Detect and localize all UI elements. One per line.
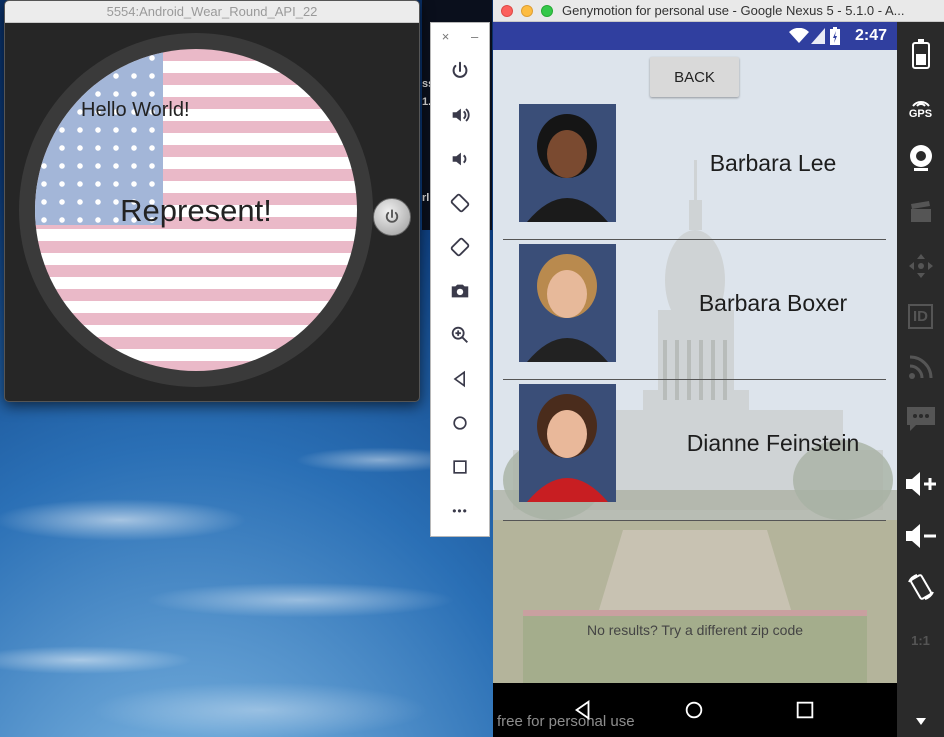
screenshot-button[interactable] bbox=[431, 269, 489, 313]
webcam-icon bbox=[909, 145, 932, 171]
screencast-widget-button[interactable] bbox=[897, 192, 944, 232]
signal-icon bbox=[811, 28, 825, 44]
rotate-right-icon bbox=[450, 237, 470, 257]
volume-down-button[interactable] bbox=[431, 137, 489, 181]
more-button[interactable]: ••• bbox=[431, 489, 489, 533]
battery-widget-button[interactable] bbox=[897, 34, 944, 74]
portrait-face bbox=[547, 410, 587, 458]
rep-name: Barbara Lee bbox=[709, 150, 837, 176]
android-status-bar: 2:47 bbox=[493, 22, 897, 50]
power-button[interactable] bbox=[431, 49, 489, 93]
watch-power-button[interactable] bbox=[373, 198, 411, 236]
square-icon bbox=[796, 701, 814, 719]
rep-row[interactable]: Barbara Boxer bbox=[493, 244, 897, 384]
toolbar-minimize-button[interactable]: – bbox=[471, 29, 478, 44]
message-icon bbox=[906, 407, 935, 431]
personal-use-watermark: free for personal use bbox=[497, 713, 635, 730]
rep-name: Dianne Feinstein bbox=[686, 430, 860, 456]
overview-button[interactable] bbox=[431, 445, 489, 489]
battery-icon bbox=[830, 27, 840, 45]
volume-up-icon bbox=[905, 472, 936, 496]
rotate-icon bbox=[907, 574, 934, 600]
app-screen: BACK Barbara Lee Barbara Boxer Dianne Fe… bbox=[493, 50, 897, 683]
close-window-button[interactable] bbox=[501, 5, 513, 17]
maximize-window-button[interactable] bbox=[541, 5, 553, 17]
volume-down-icon bbox=[452, 152, 467, 166]
home-button[interactable] bbox=[431, 401, 489, 445]
dpad-widget-button[interactable] bbox=[897, 246, 944, 286]
rep-name: Barbara Boxer bbox=[698, 290, 848, 316]
back-button[interactable]: BACK bbox=[650, 57, 739, 97]
emulator-toolbar: × – ••• bbox=[430, 22, 490, 537]
rss-icon bbox=[908, 355, 932, 379]
dpad-icon bbox=[908, 254, 933, 278]
volume-down-button[interactable] bbox=[897, 516, 944, 556]
watch-screen[interactable]: Hello World! Represent! bbox=[35, 49, 357, 371]
represent-title: Represent! bbox=[120, 193, 272, 228]
volume-up-button[interactable] bbox=[431, 93, 489, 137]
gps-label: GPS bbox=[908, 108, 933, 120]
device-id-widget-button[interactable]: ID bbox=[897, 296, 944, 336]
square-icon bbox=[453, 460, 467, 474]
rotate-left-button[interactable] bbox=[431, 181, 489, 225]
genymotion-side-toolbar: GPS ID 1:1 bbox=[897, 22, 944, 737]
genymotion-window: Genymotion for personal use - Google Nex… bbox=[493, 0, 944, 737]
back-icon bbox=[453, 370, 465, 388]
no-results-message: No results? Try a different zip code bbox=[586, 622, 804, 638]
status-time: 2:47 bbox=[854, 27, 887, 44]
desktop-text-fragment: rl bbox=[422, 192, 430, 204]
camera-widget-button[interactable] bbox=[897, 138, 944, 178]
portrait-face bbox=[547, 270, 587, 318]
power-icon bbox=[452, 61, 468, 78]
rep-photo bbox=[519, 104, 616, 222]
home-icon bbox=[453, 416, 467, 430]
back-button[interactable] bbox=[431, 357, 489, 401]
portrait-image bbox=[519, 384, 616, 502]
rep-photo bbox=[519, 244, 616, 362]
rep-row[interactable]: Barbara Lee bbox=[493, 104, 897, 244]
rep-row[interactable]: Dianne Feinstein bbox=[493, 384, 897, 524]
ratio-icon: 1:1 bbox=[911, 632, 930, 648]
network-widget-button[interactable] bbox=[897, 347, 944, 387]
gps-icon bbox=[911, 101, 930, 107]
power-icon bbox=[385, 209, 399, 223]
watch-bezel: Hello World! Represent! bbox=[19, 33, 373, 387]
clapperboard-icon bbox=[910, 201, 931, 222]
camera-icon bbox=[451, 284, 469, 298]
desktop-background bbox=[0, 400, 500, 737]
portrait-face bbox=[547, 130, 587, 178]
row-divider bbox=[503, 239, 886, 240]
pixel-perfect-button[interactable]: 1:1 bbox=[897, 620, 944, 660]
genymotion-title-bar[interactable]: Genymotion for personal use - Google Nex… bbox=[493, 0, 944, 22]
volume-up-button[interactable] bbox=[897, 464, 944, 504]
rotate-left-icon bbox=[450, 193, 470, 213]
rotate-right-button[interactable] bbox=[431, 225, 489, 269]
id-icon: ID bbox=[908, 303, 933, 329]
minimize-window-button[interactable] bbox=[521, 5, 533, 17]
volume-up-icon bbox=[452, 108, 470, 122]
hello-text: Hello World! bbox=[81, 99, 190, 121]
portrait-image bbox=[519, 104, 616, 222]
nav-overview-button[interactable] bbox=[793, 698, 817, 722]
more-widgets-button[interactable] bbox=[897, 712, 944, 732]
nav-home-button[interactable] bbox=[682, 698, 706, 722]
gps-widget-button[interactable]: GPS bbox=[897, 88, 944, 128]
wear-emulator-window: 5554:Android_Wear_Round_API_22 Hello Wor… bbox=[4, 0, 420, 402]
chevron-down-icon bbox=[915, 718, 926, 725]
home-icon bbox=[685, 701, 703, 719]
row-divider bbox=[503, 379, 886, 380]
row-divider bbox=[503, 520, 886, 521]
battery-icon bbox=[911, 39, 930, 69]
zoom-button[interactable] bbox=[431, 313, 489, 357]
genymotion-window-title: Genymotion for personal use - Google Nex… bbox=[562, 3, 905, 18]
sms-widget-button[interactable] bbox=[897, 399, 944, 439]
volume-down-icon bbox=[905, 524, 936, 548]
zoom-icon bbox=[451, 326, 468, 343]
rotate-button[interactable] bbox=[897, 567, 944, 607]
wifi-icon bbox=[789, 28, 809, 43]
portrait-image bbox=[519, 244, 616, 362]
rep-photo bbox=[519, 384, 616, 502]
wear-window-title[interactable]: 5554:Android_Wear_Round_API_22 bbox=[5, 1, 419, 23]
toolbar-close-button[interactable]: × bbox=[442, 29, 450, 44]
